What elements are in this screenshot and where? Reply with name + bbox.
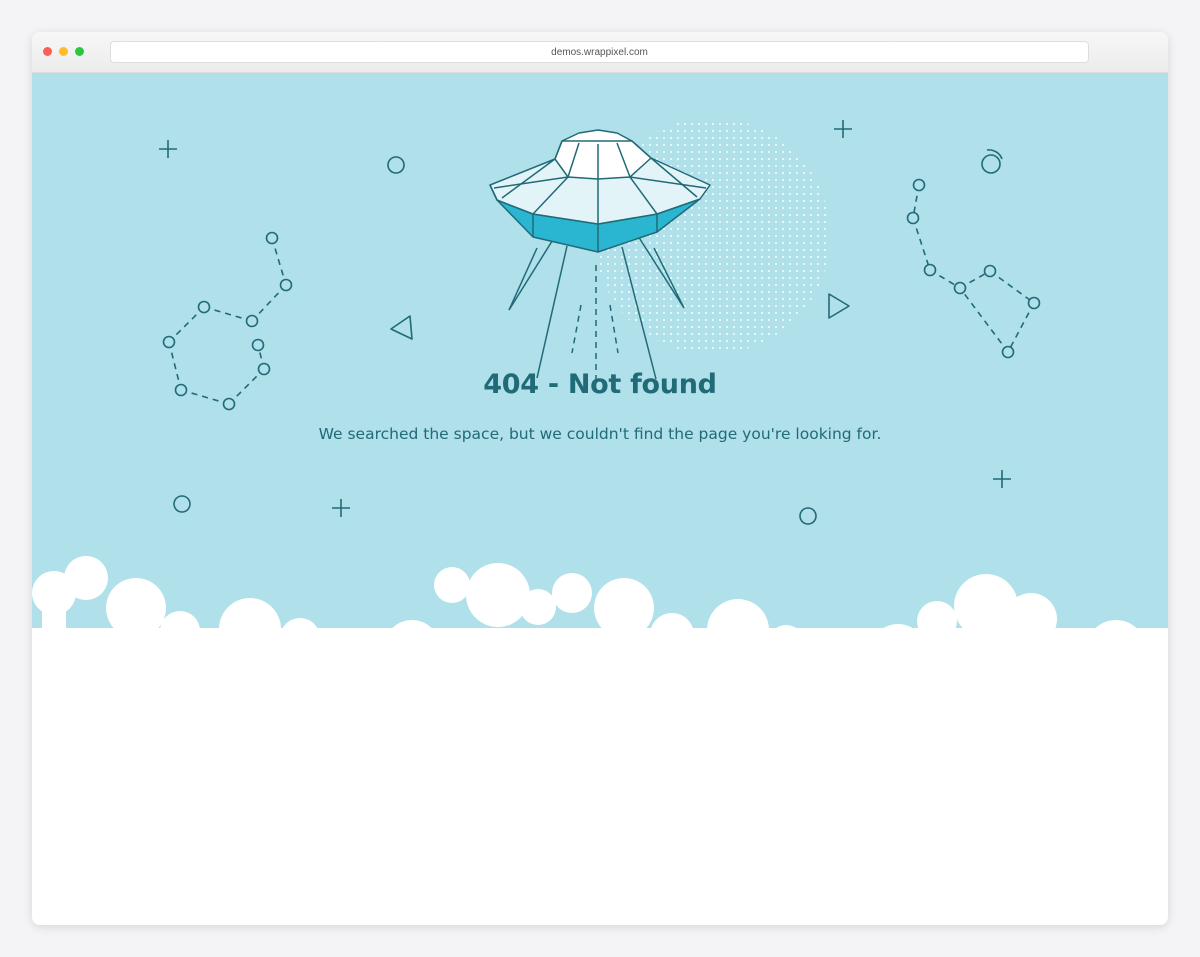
error-page: 404 - Not found We searched the space, b… [32, 73, 1168, 925]
address-bar[interactable]: demos.wrappixel.com [110, 41, 1089, 63]
browser-titlebar: demos.wrappixel.com [32, 32, 1168, 73]
browser-window: demos.wrappixel.com 404 - Not found We s… [32, 32, 1168, 925]
close-window-button[interactable] [43, 47, 52, 56]
cloud-icon [32, 556, 1168, 925]
address-bar-url: demos.wrappixel.com [551, 46, 648, 58]
maximize-window-button[interactable] [75, 47, 84, 56]
minimize-window-button[interactable] [59, 47, 68, 56]
